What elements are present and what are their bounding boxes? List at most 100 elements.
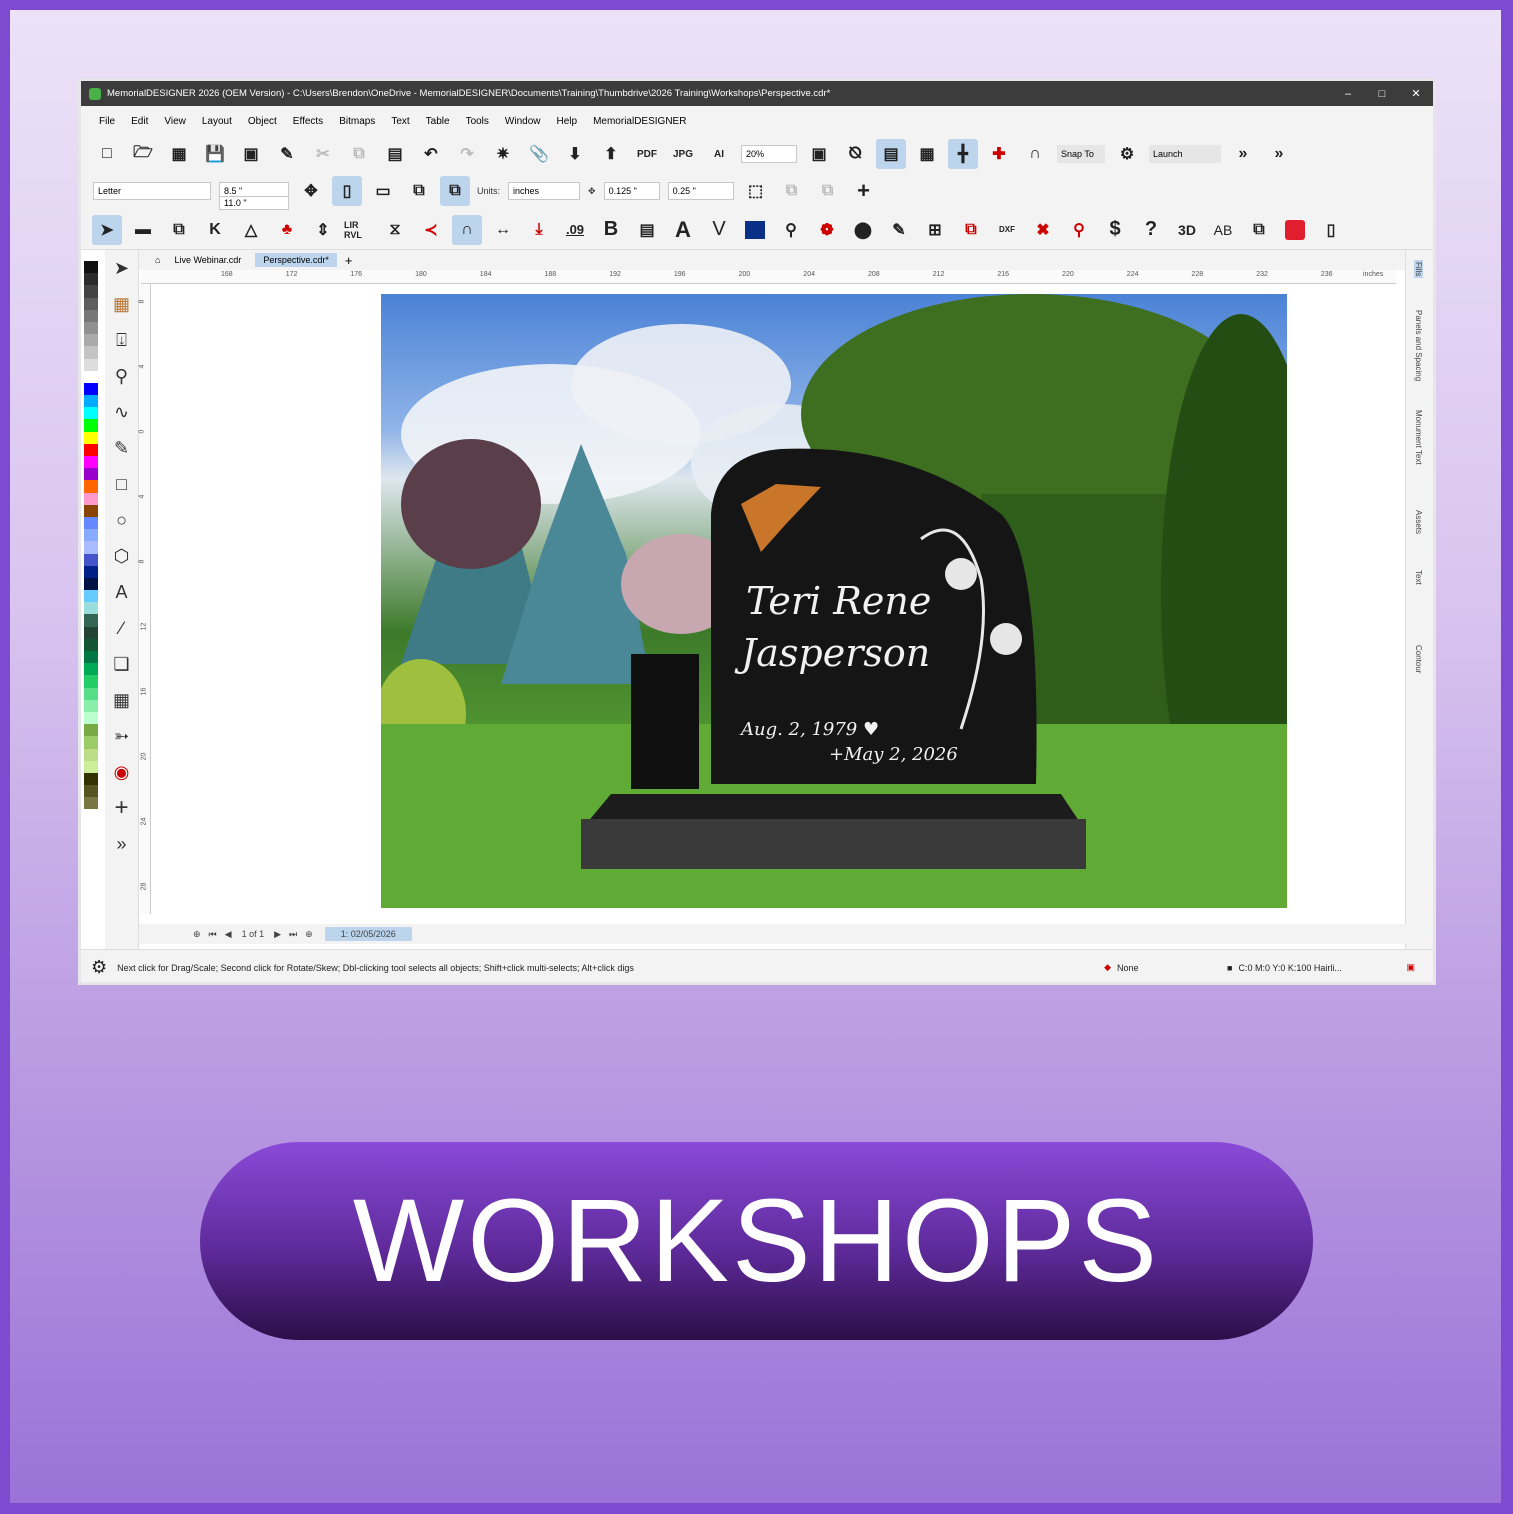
first-page-icon[interactable]: ⏮ <box>209 929 217 940</box>
transparency-tool-icon[interactable]: ▦ <box>105 682 138 718</box>
palette-swatch[interactable] <box>84 663 98 676</box>
shadow-panel-icon[interactable]: ▬ <box>128 215 158 245</box>
palette-swatch[interactable] <box>84 407 98 420</box>
flow-icon[interactable]: ⧉ <box>956 215 986 245</box>
ab-text-button[interactable]: AB <box>1208 215 1238 245</box>
palette-swatch[interactable] <box>84 321 98 335</box>
undo-icon[interactable]: ↶ <box>416 139 446 169</box>
fill-tool-icon[interactable]: ◉ <box>105 754 138 790</box>
menu-effects[interactable]: Effects <box>285 116 331 127</box>
menu-memorialdesigner[interactable]: MemorialDESIGNER <box>585 116 694 127</box>
horizontal-ruler[interactable]: 168 172 176 180 184 188 192 196 200 204 208 212 216 2… <box>141 270 1396 284</box>
palette-swatch[interactable] <box>84 468 98 481</box>
trace-icon[interactable]: ⧉ <box>164 215 194 245</box>
palette-swatch[interactable] <box>84 577 98 591</box>
palette-swatch[interactable] <box>84 382 98 396</box>
current-page-icon[interactable]: ⧉ <box>440 176 470 206</box>
disabled-action-icon-2[interactable]: ⧉ <box>813 176 843 206</box>
palette-swatch[interactable] <box>84 736 98 749</box>
export-pdf-button[interactable]: PDF <box>632 139 662 169</box>
palette-swatch[interactable] <box>84 504 98 517</box>
tab-live-webinar[interactable]: Live Webinar.cdr <box>166 253 249 267</box>
palette-swatch[interactable] <box>84 419 98 432</box>
hourglass-icon[interactable]: ⧖ <box>380 215 410 245</box>
palette-swatch[interactable] <box>84 346 98 359</box>
import-icon[interactable]: ⬇ <box>560 139 590 169</box>
menu-bitmaps[interactable]: Bitmaps <box>331 116 383 127</box>
menu-edit[interactable]: Edit <box>123 116 156 127</box>
docker-tab-contour[interactable]: Contour <box>1414 645 1423 673</box>
ellipse-tool-icon[interactable]: ○ <box>105 502 138 538</box>
monument-library-icon[interactable]: ▦ <box>105 286 138 322</box>
palette-swatch[interactable] <box>84 334 98 347</box>
snap-to-dropdown[interactable]: Snap To <box>1057 145 1105 163</box>
palette-swatch[interactable] <box>84 297 98 310</box>
zoom-select[interactable]: 20% <box>741 145 797 163</box>
pen-sign-icon[interactable]: ✎ <box>884 215 914 245</box>
eyedropper-tool-icon[interactable]: ➳ <box>105 718 138 754</box>
crop-tool-icon[interactable]: ⍗ <box>105 322 138 358</box>
dimension-icon[interactable]: ↔ <box>488 215 518 245</box>
palette-swatch[interactable] <box>84 261 98 274</box>
color-proof-icon[interactable]: ▣ <box>1406 962 1415 973</box>
no-draft-icon[interactable]: ⦰ <box>840 139 870 169</box>
text-tool-icon[interactable]: A <box>105 574 138 610</box>
snap-off-icon[interactable]: ✚ <box>984 139 1014 169</box>
text-spacing-icon[interactable]: ⧉ <box>1244 215 1274 245</box>
attach-icon[interactable]: 📎 <box>524 139 554 169</box>
line-tool-icon[interactable]: ∕ <box>105 610 138 646</box>
palette-swatch[interactable] <box>84 760 98 773</box>
grid-icon[interactable]: ▦ <box>912 139 942 169</box>
palette-swatch[interactable] <box>84 772 98 786</box>
palette-swatch[interactable] <box>84 590 98 603</box>
home-icon[interactable]: ⌂ <box>155 255 160 265</box>
docker-tab-monument-text[interactable]: Monument Text <box>1414 410 1423 465</box>
copy-icon[interactable]: ⧉ <box>344 139 374 169</box>
monument-photo[interactable]: Teri Rene Jasperson Aug. 2, 1979 ♥ +May … <box>381 294 1287 908</box>
save-icon[interactable]: 💾 <box>200 139 230 169</box>
palette-swatch[interactable] <box>84 724 98 737</box>
menu-text[interactable]: Text <box>383 116 417 127</box>
palette-swatch[interactable] <box>84 273 98 286</box>
color-palette[interactable] <box>84 261 98 901</box>
shadow-tool-icon[interactable]: ❏ <box>105 646 138 682</box>
palette-swatch[interactable] <box>84 651 98 664</box>
freehand-tool-icon[interactable]: ∿ <box>105 394 138 430</box>
menu-view[interactable]: View <box>156 116 194 127</box>
maximize-button[interactable]: □ <box>1365 88 1399 100</box>
last-page-icon[interactable]: ⏭ <box>289 929 297 940</box>
monument-icon[interactable]: △ <box>236 215 266 245</box>
fit-page-icon[interactable]: ✥ <box>296 176 326 206</box>
add-tool-icon[interactable]: + <box>105 790 138 826</box>
menu-window[interactable]: Window <box>497 116 549 127</box>
status-settings-icon[interactable]: ⚙ <box>91 957 107 978</box>
palette-swatch[interactable] <box>84 456 98 469</box>
palette-swatch[interactable] <box>84 431 98 444</box>
nudge-distance-field[interactable]: 0.125 " <box>603 182 660 200</box>
add-node-icon[interactable]: ⊞ <box>920 215 950 245</box>
palette-swatch[interactable] <box>84 626 98 639</box>
duplicate-x-field[interactable]: 0.25 " <box>667 182 734 200</box>
stencil-icon[interactable]: ⇕ <box>308 215 338 245</box>
shape-tool-icon[interactable]: ➤ <box>105 250 138 286</box>
brush-tool-icon[interactable]: ✎ <box>105 430 138 466</box>
vertical-ruler[interactable]: 8 4 0 4 8 12 16 20 24 28 <box>138 284 151 914</box>
palette-swatch[interactable] <box>84 711 98 725</box>
docker-tab-assets[interactable]: Assets <box>1414 510 1423 534</box>
drawing-canvas[interactable]: Teri Rene Jasperson Aug. 2, 1979 ♥ +May … <box>151 284 1396 914</box>
v-cut-icon[interactable]: V <box>704 215 734 245</box>
palette-swatch[interactable] <box>84 358 98 371</box>
docker-tab-fills[interactable]: Fills <box>1414 260 1423 279</box>
color-fill-icon[interactable] <box>740 215 770 245</box>
new-document-icon[interactable]: □ <box>92 139 122 169</box>
add-page-icon[interactable]: ⊕ <box>193 929 201 940</box>
copy-page-icon[interactable]: ▯ <box>1316 215 1346 245</box>
launch-dropdown[interactable]: Launch <box>1149 145 1221 163</box>
disabled-action-icon[interactable]: ⧉ <box>777 176 807 206</box>
palette-swatch[interactable] <box>84 492 98 505</box>
expand-toolbar-icon[interactable]: » <box>1228 139 1258 169</box>
expand-toolbar-icon-2[interactable]: » <box>1264 139 1294 169</box>
headphone-icon[interactable]: ∩ <box>452 214 482 245</box>
zoom-tool-icon[interactable]: ⚲ <box>105 358 138 394</box>
x2-icon[interactable]: ✖ <box>1028 215 1058 245</box>
